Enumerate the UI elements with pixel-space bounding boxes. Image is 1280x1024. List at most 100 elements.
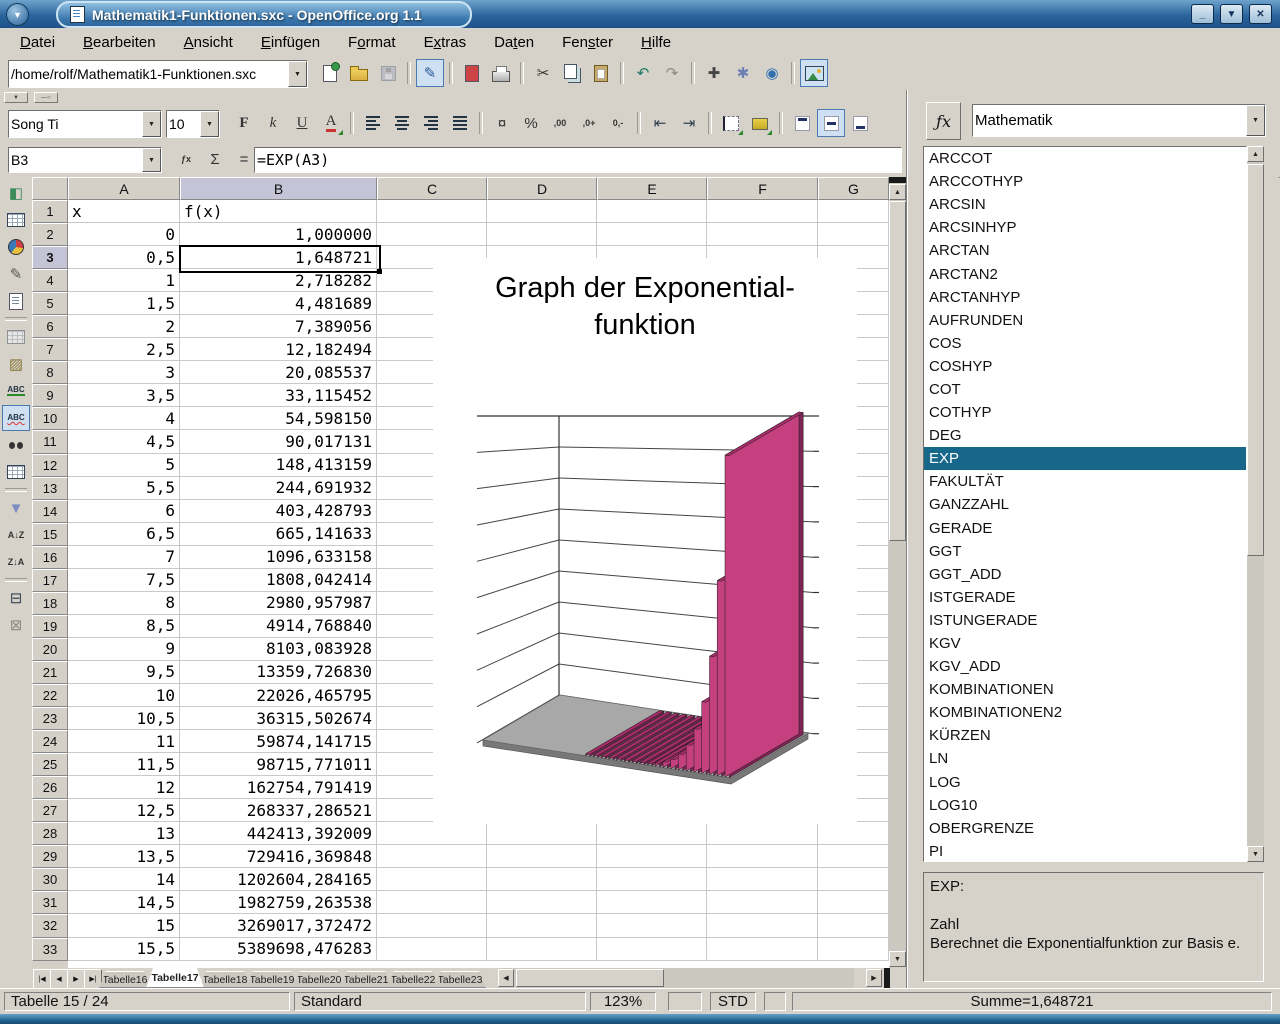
cell-C29[interactable]: [377, 845, 487, 868]
cell-A28[interactable]: 13: [68, 822, 180, 845]
cell-G33[interactable]: [818, 938, 889, 961]
print-icon[interactable]: [487, 59, 515, 87]
cell-A27[interactable]: 12,5: [68, 799, 180, 822]
cell-A6[interactable]: 2: [68, 315, 180, 338]
function-list-item-arcsinhyp[interactable]: ARCSINHYP: [924, 216, 1246, 239]
function-list-item-pi[interactable]: PI: [924, 840, 1246, 862]
cell-A17[interactable]: 7,5: [68, 569, 180, 592]
new-document-icon[interactable]: [316, 59, 344, 87]
cell-A25[interactable]: 11,5: [68, 753, 180, 776]
cell-B24[interactable]: 59874,141715: [180, 730, 377, 753]
cell-A1[interactable]: x: [68, 200, 180, 223]
gallery-icon[interactable]: [800, 59, 828, 87]
scroll-left-button[interactable]: ◀: [498, 969, 514, 987]
row-header-29[interactable]: 29: [32, 845, 68, 868]
row-header-27[interactable]: 27: [32, 799, 68, 822]
sheet-tab-tabelle17[interactable]: Tabelle17: [146, 968, 204, 988]
function-list-item-kgv[interactable]: KGV: [924, 632, 1246, 655]
horizontal-scrollbar-thumb[interactable]: [516, 969, 664, 987]
cell-D28[interactable]: [487, 822, 597, 845]
font-size-combobox[interactable]: ▼: [166, 110, 220, 138]
function-list-item-coshyp[interactable]: COSHYP: [924, 355, 1246, 378]
cell-A30[interactable]: 14: [68, 868, 180, 891]
font-name-input[interactable]: [11, 112, 143, 136]
cell-D30[interactable]: [487, 868, 597, 891]
row-header-6[interactable]: 6: [32, 315, 68, 338]
redo-icon[interactable]: ↷: [658, 59, 686, 87]
menu-fenster[interactable]: Fenster: [548, 31, 627, 54]
cell-B30[interactable]: 1202604,284165: [180, 868, 377, 891]
row-header-7[interactable]: 7: [32, 338, 68, 361]
italic-button[interactable]: k: [259, 109, 287, 137]
function-category-combobox[interactable]: ▼: [972, 104, 1266, 137]
sheet-tab-tabelle20[interactable]: Tabelle20: [293, 971, 345, 988]
cell-A3[interactable]: 0,5: [68, 246, 180, 269]
previous-sheet-button[interactable]: ◀: [50, 969, 68, 989]
cell-A32[interactable]: 15: [68, 914, 180, 937]
sort-ascending-icon[interactable]: A↓Z: [2, 522, 30, 548]
cell-A11[interactable]: 4,5: [68, 430, 180, 453]
cell-A33[interactable]: 15,5: [68, 938, 180, 961]
insert-cells-icon[interactable]: [2, 207, 30, 233]
cell-B7[interactable]: 12,182494: [180, 338, 377, 361]
function-wizard-icon[interactable]: ƒx: [926, 102, 961, 140]
edit-file-icon[interactable]: ✎: [416, 59, 444, 87]
underline-button[interactable]: U: [288, 109, 316, 137]
number-format-delete-decimal-button[interactable]: 0,-: [604, 109, 632, 137]
cell-B20[interactable]: 8103,083928: [180, 638, 377, 661]
cell-F2[interactable]: [707, 223, 818, 246]
cell-A5[interactable]: 1,5: [68, 292, 180, 315]
row-header-14[interactable]: 14: [32, 500, 68, 523]
cell-E2[interactable]: [597, 223, 707, 246]
function-list-item-kombinationen2[interactable]: KOMBINATIONEN2: [924, 701, 1246, 724]
cell-B10[interactable]: 54,598150: [180, 407, 377, 430]
align-bottom-button[interactable]: [846, 109, 874, 137]
row-header-13[interactable]: 13: [32, 477, 68, 500]
row-header-11[interactable]: 11: [32, 430, 68, 453]
cell-B31[interactable]: 1982759,263538: [180, 891, 377, 914]
function-list-item-exp[interactable]: EXP: [924, 447, 1246, 470]
row-header-23[interactable]: 23: [32, 707, 68, 730]
sort-descending-icon[interactable]: Z↓A: [2, 549, 30, 575]
cell-F32[interactable]: [707, 914, 818, 937]
menu-format[interactable]: Format: [334, 31, 410, 54]
row-header-17[interactable]: 17: [32, 569, 68, 592]
cell-A19[interactable]: 8,5: [68, 615, 180, 638]
cell-E32[interactable]: [597, 914, 707, 937]
row-header-2[interactable]: 2: [32, 223, 68, 246]
stylist-icon[interactable]: ✱: [729, 59, 757, 87]
group-icon[interactable]: ⊟: [2, 585, 30, 611]
number-format-percent-button[interactable]: %: [517, 109, 545, 137]
row-header-25[interactable]: 25: [32, 753, 68, 776]
cell-B17[interactable]: 1808,042414: [180, 569, 377, 592]
row-header-22[interactable]: 22: [32, 684, 68, 707]
cell-F29[interactable]: [707, 845, 818, 868]
cell-A7[interactable]: 2,5: [68, 338, 180, 361]
cell-C32[interactable]: [377, 914, 487, 937]
cell-G31[interactable]: [818, 891, 889, 914]
cell-B28[interactable]: 442413,392009: [180, 822, 377, 845]
insert-form-icon[interactable]: [2, 288, 30, 314]
cell-D2[interactable]: [487, 223, 597, 246]
row-header-3[interactable]: 3: [32, 246, 68, 269]
cell-E30[interactable]: [597, 868, 707, 891]
cell-C30[interactable]: [377, 868, 487, 891]
cell-B33[interactable]: 5389698,476283: [180, 938, 377, 961]
undo-icon[interactable]: ↶: [629, 59, 657, 87]
align-left-button[interactable]: [359, 109, 387, 137]
cell-D32[interactable]: [487, 914, 597, 937]
row-header-32[interactable]: 32: [32, 914, 68, 937]
cell-B25[interactable]: 98715,771011: [180, 753, 377, 776]
function-list-item-obergrenze[interactable]: OBERGRENZE: [924, 817, 1246, 840]
column-header-C[interactable]: C: [377, 177, 487, 200]
cell-B18[interactable]: 2980,957987: [180, 592, 377, 615]
cell-F1[interactable]: [707, 200, 818, 223]
scroll-up-button[interactable]: ▲: [889, 184, 906, 200]
cell-B9[interactable]: 33,115452: [180, 384, 377, 407]
decrease-indent-button[interactable]: ⇤: [646, 109, 674, 137]
function-category-dropdown-button[interactable]: ▼: [1246, 105, 1265, 136]
shade-button[interactable]: ▼: [1220, 4, 1243, 24]
cell-B32[interactable]: 3269017,372472: [180, 914, 377, 937]
cell-G1[interactable]: [818, 200, 889, 223]
row-header-31[interactable]: 31: [32, 891, 68, 914]
